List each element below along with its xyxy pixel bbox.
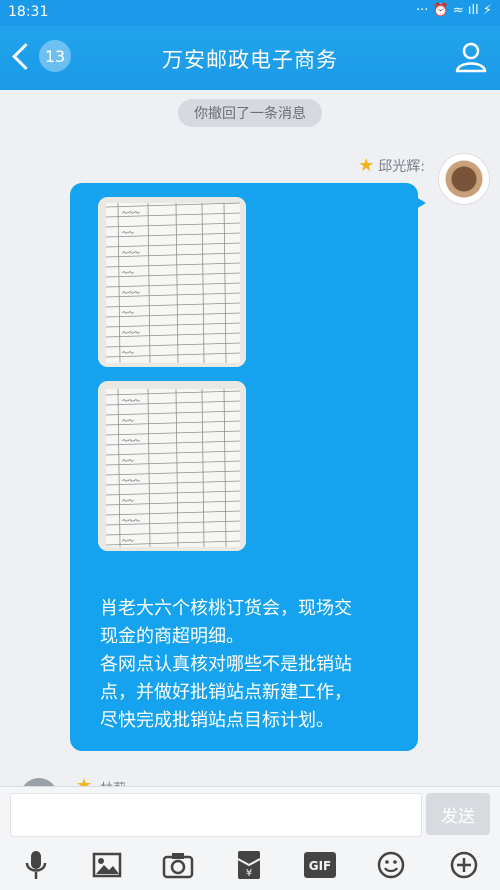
svg-text:～～: ～～ [122, 270, 134, 277]
gif-label: GIF [309, 859, 332, 873]
status-icons: ··· ⏰ ≈ ıll ⚡ [416, 3, 492, 18]
camera-icon[interactable] [158, 845, 198, 885]
svg-text:～～: ～～ [122, 350, 134, 357]
input-toolbar: ¥ GIF [0, 845, 500, 885]
svg-text:～～～: ～～～ [122, 250, 140, 257]
svg-text:～～: ～～ [122, 538, 134, 545]
message-line: 肖老大六个核桃订货会，现场交 [100, 598, 352, 619]
attached-photo-2[interactable]: ～～～ ～～ ～～～ ～～ ～～～ ～～ ～～～ ～～ [98, 381, 246, 551]
message-line: 现金的商超明细。 [100, 626, 244, 647]
svg-text:～～: ～～ [122, 458, 134, 465]
svg-text:～～～: ～～～ [122, 330, 140, 337]
gif-icon[interactable]: GIF [300, 845, 340, 885]
send-button[interactable]: 发送 [426, 793, 490, 835]
svg-text:～～～: ～～～ [122, 518, 140, 525]
message-line: 各网点认真核对哪些不是批销站 [100, 654, 352, 675]
message-bubble[interactable]: ～～～ ～～ ～～～ ～～ ～～～ ～～ ～～～ ～～ ～～～ ～～ ～～～ ～… [70, 183, 426, 751]
svg-text:～～: ～～ [122, 498, 134, 505]
svg-text:～～～: ～～～ [122, 438, 140, 445]
red-packet-icon[interactable]: ¥ [229, 845, 269, 885]
svg-text:～～～: ～～～ [122, 210, 140, 217]
svg-text:¥: ¥ [246, 868, 252, 879]
svg-text:～～～: ～～～ [122, 478, 140, 485]
svg-text:～～～: ～～～ [122, 290, 140, 297]
image-icon[interactable] [87, 845, 127, 885]
emoji-icon[interactable] [371, 845, 411, 885]
sender-label: ★ 邱光辉: [358, 155, 425, 176]
svg-text:～～: ～～ [122, 230, 134, 237]
svg-text:～～: ～～ [122, 418, 134, 425]
message-input[interactable] [10, 793, 422, 837]
message-line: 点，并做好批销站点新建工作， [100, 682, 352, 703]
star-icon: ★ [358, 155, 375, 176]
svg-text:～～～: ～～～ [122, 398, 140, 405]
message-line: 尽快完成批销站点目标计划。 [100, 710, 334, 731]
svg-text:～～: ～～ [122, 310, 134, 317]
plus-icon[interactable] [444, 845, 484, 885]
recall-notice: 你撤回了一条消息 [178, 99, 322, 127]
sender-avatar[interactable] [438, 153, 490, 205]
chat-header: 13 万安邮政电子商务 [0, 26, 500, 90]
message-text: 肖老大六个核桃订货会，现场交 现金的商超明细。 各网点认真核对哪些不是批销站 点… [100, 595, 400, 735]
microphone-icon[interactable] [16, 845, 56, 885]
status-time: 18:31 [8, 4, 49, 20]
chat-title: 万安邮政电子商务 [162, 48, 338, 72]
status-bar: 18:31 ··· ⏰ ≈ ıll ⚡ [0, 0, 500, 26]
group-profile-icon[interactable] [454, 40, 488, 74]
input-bar: 发送 ¥ GIF [0, 786, 500, 890]
sender-name: 邱光辉: [378, 158, 425, 175]
attached-photo-1[interactable]: ～～～ ～～ ～～～ ～～ ～～～ ～～ ～～～ ～～ [98, 197, 246, 367]
